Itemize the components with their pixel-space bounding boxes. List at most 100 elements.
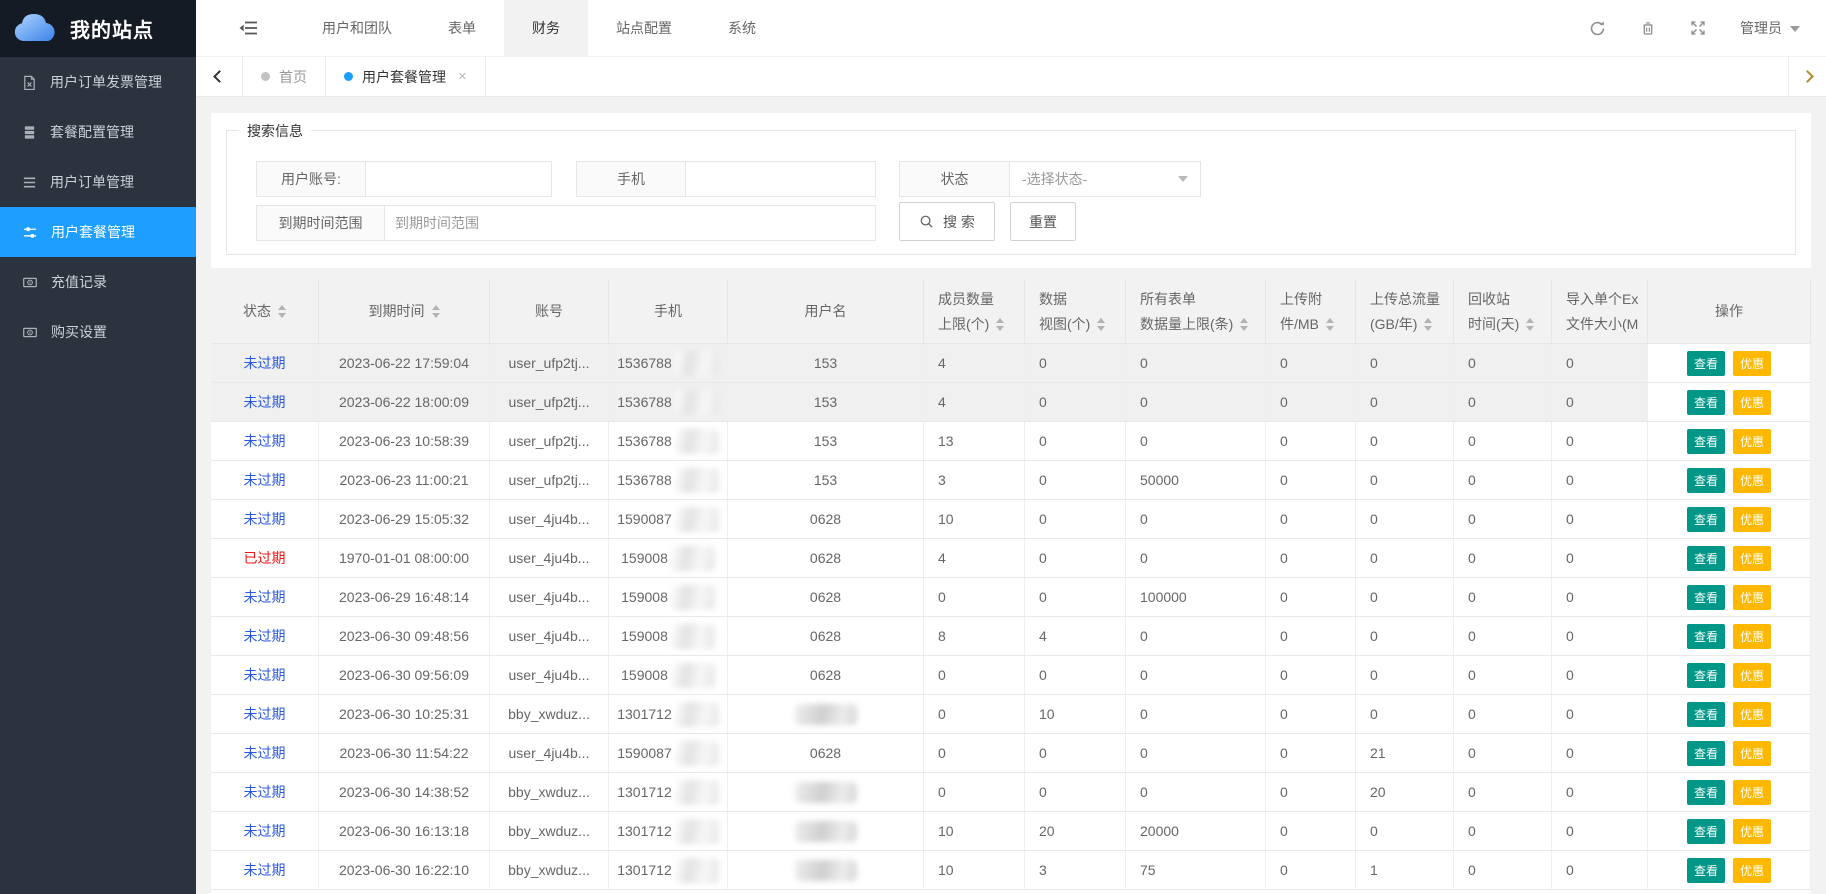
reset-button[interactable]: 重置 <box>1010 202 1076 241</box>
daterange-label: 到期时间范围 <box>256 205 385 241</box>
topnav-item-4[interactable]: 系统 <box>700 0 784 56</box>
discount-button[interactable]: 优惠 <box>1733 351 1771 376</box>
sort-icon[interactable] <box>1240 314 1248 335</box>
collapse-menu-icon[interactable] <box>239 20 258 36</box>
value-cell-5: 0 <box>1454 617 1552 655</box>
topnav-item-3[interactable]: 站点配置 <box>588 0 700 56</box>
expire-time-cell: 2023-06-29 15:05:32 <box>319 500 490 538</box>
view-button[interactable]: 查看 <box>1687 468 1725 493</box>
value-cell-6: 0 <box>1552 578 1648 616</box>
trash-icon[interactable] <box>1640 20 1656 37</box>
discount-button[interactable]: 优惠 <box>1733 702 1771 727</box>
column-header-6[interactable]: 数据视图(个) <box>1025 280 1126 343</box>
column-header-label: 回收站 <box>1468 287 1510 312</box>
discount-button[interactable]: 优惠 <box>1733 663 1771 688</box>
sliders-icon <box>22 225 38 240</box>
discount-button[interactable]: 优惠 <box>1733 546 1771 571</box>
view-button[interactable]: 查看 <box>1687 546 1725 571</box>
sort-icon[interactable] <box>1526 314 1534 335</box>
column-header-10[interactable]: 回收站时间(天) <box>1454 280 1552 343</box>
value-cell-3: 0 <box>1266 578 1356 616</box>
table-row: 未过期2023-06-22 17:59:04user_ufp2tj...1536… <box>211 344 1811 383</box>
sort-icon[interactable] <box>432 301 440 322</box>
topnav-item-0[interactable]: 用户和团队 <box>294 0 420 56</box>
phone-blur-redaction <box>675 351 719 376</box>
value-cell-4: 0 <box>1356 383 1454 421</box>
phone-cell: 1301712 <box>609 773 728 811</box>
discount-button[interactable]: 优惠 <box>1733 624 1771 649</box>
value-cell-0: 0 <box>924 695 1025 733</box>
sidebar-item-2[interactable]: 用户订单管理 <box>0 157 196 207</box>
discount-button[interactable]: 优惠 <box>1733 507 1771 532</box>
username-cell: 153 <box>728 344 924 382</box>
status-select[interactable]: -选择状态- <box>1010 161 1201 197</box>
view-button[interactable]: 查看 <box>1687 429 1725 454</box>
view-button[interactable]: 查看 <box>1687 858 1725 883</box>
view-button[interactable]: 查看 <box>1687 702 1725 727</box>
column-header-5[interactable]: 成员数量上限(个) <box>924 280 1025 343</box>
column-header-1[interactable]: 到期时间 <box>319 280 490 343</box>
tabs-scroll-right-button[interactable] <box>1788 57 1826 96</box>
status-cell: 未过期 <box>211 422 319 460</box>
discount-button[interactable]: 优惠 <box>1733 468 1771 493</box>
phone-blur-redaction <box>675 780 719 805</box>
sort-icon[interactable] <box>1326 314 1334 335</box>
column-header-label: 上限(个) <box>938 312 989 337</box>
phone-visible-digits: 159008 <box>621 550 668 566</box>
status-selected-value: -选择状态- <box>1022 169 1087 189</box>
sort-icon[interactable] <box>1097 314 1105 335</box>
discount-button[interactable]: 优惠 <box>1733 819 1771 844</box>
tab-1[interactable]: 用户套餐管理× <box>326 57 486 96</box>
sidebar-item-3[interactable]: 用户套餐管理 <box>0 207 196 257</box>
search-button[interactable]: 搜 索 <box>899 202 995 241</box>
view-button[interactable]: 查看 <box>1687 351 1725 376</box>
sidebar-item-5[interactable]: 购买设置 <box>0 307 196 357</box>
discount-button[interactable]: 优惠 <box>1733 390 1771 415</box>
column-header-label: 账号 <box>535 299 563 324</box>
tabs-scroll-left-button[interactable] <box>196 57 243 96</box>
column-header-8[interactable]: 上传附件/MB <box>1266 280 1356 343</box>
sort-icon[interactable] <box>1424 314 1432 335</box>
table-row: 未过期2023-06-30 09:48:56user_4ju4b...15900… <box>211 617 1811 656</box>
tab-0[interactable]: 首页 <box>243 57 326 96</box>
view-button[interactable]: 查看 <box>1687 663 1725 688</box>
user-menu[interactable]: 管理员 <box>1740 18 1800 38</box>
view-button[interactable]: 查看 <box>1687 390 1725 415</box>
sidebar-item-4[interactable]: 充值记录 <box>0 257 196 307</box>
discount-button[interactable]: 优惠 <box>1733 429 1771 454</box>
account-cell: user_ufp2tj... <box>490 461 609 499</box>
search-button-label: 搜 索 <box>943 212 975 232</box>
account-cell: user_ufp2tj... <box>490 422 609 460</box>
view-button[interactable]: 查看 <box>1687 624 1725 649</box>
column-header-9[interactable]: 上传总流量(GB/年) <box>1356 280 1454 343</box>
discount-button[interactable]: 优惠 <box>1733 585 1771 610</box>
discount-button[interactable]: 优惠 <box>1733 780 1771 805</box>
discount-button[interactable]: 优惠 <box>1733 741 1771 766</box>
view-button[interactable]: 查看 <box>1687 741 1725 766</box>
value-cell-3: 0 <box>1266 461 1356 499</box>
tab-close-icon[interactable]: × <box>458 68 467 85</box>
phone-input[interactable] <box>686 162 875 196</box>
refresh-icon[interactable] <box>1589 20 1606 37</box>
account-input[interactable] <box>366 162 551 196</box>
phone-cell: 1590087 <box>609 734 728 772</box>
discount-button[interactable]: 优惠 <box>1733 858 1771 883</box>
topnav-item-2[interactable]: 财务 <box>504 0 588 56</box>
sort-icon[interactable] <box>278 301 286 322</box>
view-button[interactable]: 查看 <box>1687 585 1725 610</box>
view-button[interactable]: 查看 <box>1687 507 1725 532</box>
column-header-0[interactable]: 状态 <box>211 280 319 343</box>
daterange-input[interactable] <box>385 206 875 240</box>
view-button[interactable]: 查看 <box>1687 819 1725 844</box>
column-header-7[interactable]: 所有表单数据量上限(条) <box>1126 280 1266 343</box>
fullscreen-icon[interactable] <box>1690 20 1706 36</box>
view-button[interactable]: 查看 <box>1687 780 1725 805</box>
status-badge: 未过期 <box>244 509 286 529</box>
expire-time-cell: 2023-06-30 09:56:09 <box>319 656 490 694</box>
sort-icon[interactable] <box>996 314 1004 335</box>
search-icon <box>919 214 934 229</box>
sidebar-item-0[interactable]: 用户订单发票管理 <box>0 57 196 107</box>
sidebar-item-1[interactable]: 套餐配置管理 <box>0 107 196 157</box>
topnav-item-1[interactable]: 表单 <box>420 0 504 56</box>
user-name: 管理员 <box>1740 18 1782 38</box>
